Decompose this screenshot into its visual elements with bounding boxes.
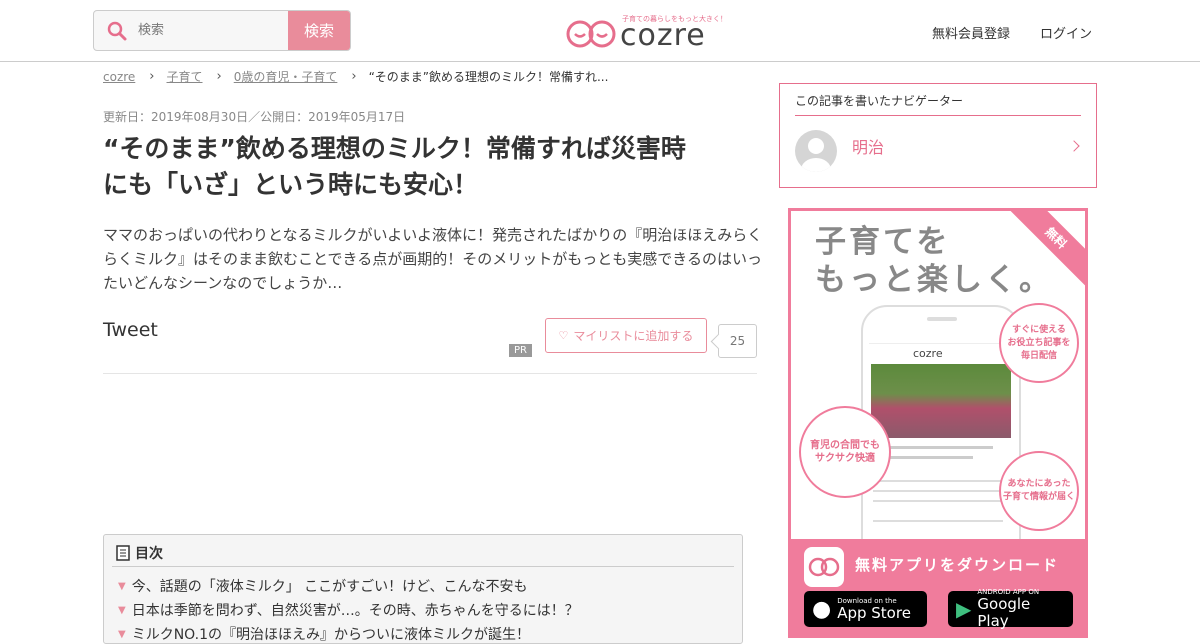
phone-text-line xyxy=(873,480,1003,482)
search-input[interactable] xyxy=(138,11,288,50)
breadcrumb-parenting[interactable]: 子育て xyxy=(167,68,203,85)
breadcrumb-home[interactable]: cozre xyxy=(103,70,135,84)
navigator-heading: この記事を書いたナビゲーター xyxy=(795,94,964,108)
toc-item[interactable]: ▼ 今、話題の「液体ミルク」 ここがすごい！けど、こんな不安も xyxy=(118,576,527,596)
breadcrumb-age0[interactable]: 0歳の育児・子育て xyxy=(234,68,338,85)
heart-icon: ♡ xyxy=(558,330,569,342)
chevron-right-icon xyxy=(1068,140,1080,152)
toc-item[interactable]: ▼ 日本は季節を問わず、自然災害が…。その時、赤ちゃんを守るには！？ xyxy=(118,600,579,620)
search-box: 検索 xyxy=(93,10,351,51)
phone-text-line xyxy=(873,446,993,449)
phone-speaker xyxy=(927,317,957,321)
feature-bubble: 育児の合間でも サクサク快適 xyxy=(799,406,891,498)
app-store-button[interactable]: ● Download on the App Store xyxy=(804,591,927,627)
logo-text: cozre xyxy=(620,18,706,53)
play-icon: ▶ xyxy=(956,597,972,621)
login-link[interactable]: ログイン xyxy=(1040,23,1092,42)
feature-bubble: あなたにあった 子育て情報が届く xyxy=(999,451,1079,531)
toc-divider xyxy=(112,566,734,567)
ad-heading-line2: もっと楽しく。 xyxy=(815,262,1053,298)
search-button[interactable]: 検索 xyxy=(288,11,350,50)
table-of-contents: 目次 ▼ 今、話題の「液体ミルク」 ここがすごい！けど、こんな不安も ▼ 日本は… xyxy=(103,534,743,644)
apple-icon: ● xyxy=(812,596,832,622)
chevron-right-icon: › xyxy=(216,69,222,84)
triangle-down-icon: ▼ xyxy=(118,604,126,616)
user-icon xyxy=(801,138,831,172)
breadcrumb-current: “そのまま”飲める理想のミルク！常備すれ... xyxy=(368,70,609,84)
mylist-count: 25 xyxy=(718,324,757,358)
download-label: 無料アプリをダウンロード xyxy=(855,556,1060,574)
toc-item-label: 今、話題の「液体ミルク」 ここがすごい！けど、こんな不安も xyxy=(131,579,528,595)
google-play-big: Google Play xyxy=(977,595,1031,630)
toc-heading-label: 目次 xyxy=(135,546,163,562)
tweet-button[interactable]: Tweet xyxy=(103,319,158,341)
toc-item[interactable]: ▼ ミルクNO.1の『明治ほほえみ』からついに液体ミルクが誕生！ xyxy=(118,624,530,644)
add-to-mylist-button[interactable]: ♡ マイリストに追加する xyxy=(545,318,707,353)
app-ad-banner[interactable]: 子育てを もっと楽しく。 無料 cozre すぐに使える お役立ち記事を 毎日配… xyxy=(788,208,1088,638)
app-icon xyxy=(804,547,844,587)
phone-text-line xyxy=(873,490,1003,492)
ad-heading-line1: 子育てを xyxy=(815,224,951,260)
toc-item-label: 日本は季節を問わず、自然災害が…。その時、赤ちゃんを守るには！？ xyxy=(131,603,579,619)
mylist-count-value: 25 xyxy=(729,334,746,348)
phone-article-photo xyxy=(871,364,1011,438)
avatar xyxy=(795,130,837,172)
logo-mark-icon xyxy=(566,20,616,48)
phone-logo: cozre xyxy=(913,347,943,360)
phone-text-line xyxy=(873,520,1003,522)
pr-badge: PR xyxy=(509,344,532,357)
toc-heading: 目次 xyxy=(116,543,163,563)
search-icon xyxy=(107,21,127,41)
feature-bubble: すぐに使える お役立ち記事を 毎日配信 xyxy=(999,303,1079,383)
toc-item-label: ミルクNO.1の『明治ほほえみ』からついに液体ミルクが誕生！ xyxy=(131,627,530,643)
cozre-logo[interactable]: 子育ての暮らしをもっと大きく！ cozre xyxy=(566,12,727,53)
article-lead: ママのおっぱいの代わりとなるミルクがいよいよ液体に！発売されたばかりの『明治ほほ… xyxy=(103,226,763,292)
ad-heading: 子育てを もっと楽しく。 xyxy=(815,223,1053,299)
logo-mark-icon xyxy=(808,557,840,577)
document-icon xyxy=(116,545,130,561)
article-dates: 更新日：2019年08月30日／公開日：2019年05月17日 xyxy=(103,110,406,124)
site-header: 検索 子育ての暮らしをもっと大きく！ cozre 無料会員登録 ログイン xyxy=(0,0,1200,62)
phone-text-line xyxy=(873,500,1003,502)
google-play-button[interactable]: ▶ ANDROID APP ON Google Play xyxy=(948,588,1073,630)
triangle-down-icon: ▼ xyxy=(118,628,126,640)
ad-download-area: 無料アプリをダウンロード ● Download on the App Store… xyxy=(791,539,1085,635)
chevron-right-icon: › xyxy=(149,69,155,84)
triangle-down-icon: ▼ xyxy=(118,580,126,592)
app-store-big: App Store xyxy=(837,603,911,622)
divider xyxy=(103,373,757,374)
navigator-box[interactable]: この記事を書いたナビゲーター 明治 xyxy=(779,83,1097,188)
phone-screen: cozre xyxy=(869,343,1013,543)
breadcrumb: cozre › 子育て › 0歳の育児・子育て › “そのまま”飲める理想のミル… xyxy=(103,68,608,85)
navigator-divider xyxy=(795,115,1081,116)
register-link[interactable]: 無料会員登録 xyxy=(932,23,1010,42)
chevron-right-icon: › xyxy=(351,69,357,84)
article-title: “そのまま”飲める理想のミルク！常備すれば災害時にも「いざ」という時にも安心！ xyxy=(103,134,686,199)
mylist-label: マイリストに追加する xyxy=(573,329,694,343)
navigator-name[interactable]: 明治 xyxy=(852,134,884,158)
